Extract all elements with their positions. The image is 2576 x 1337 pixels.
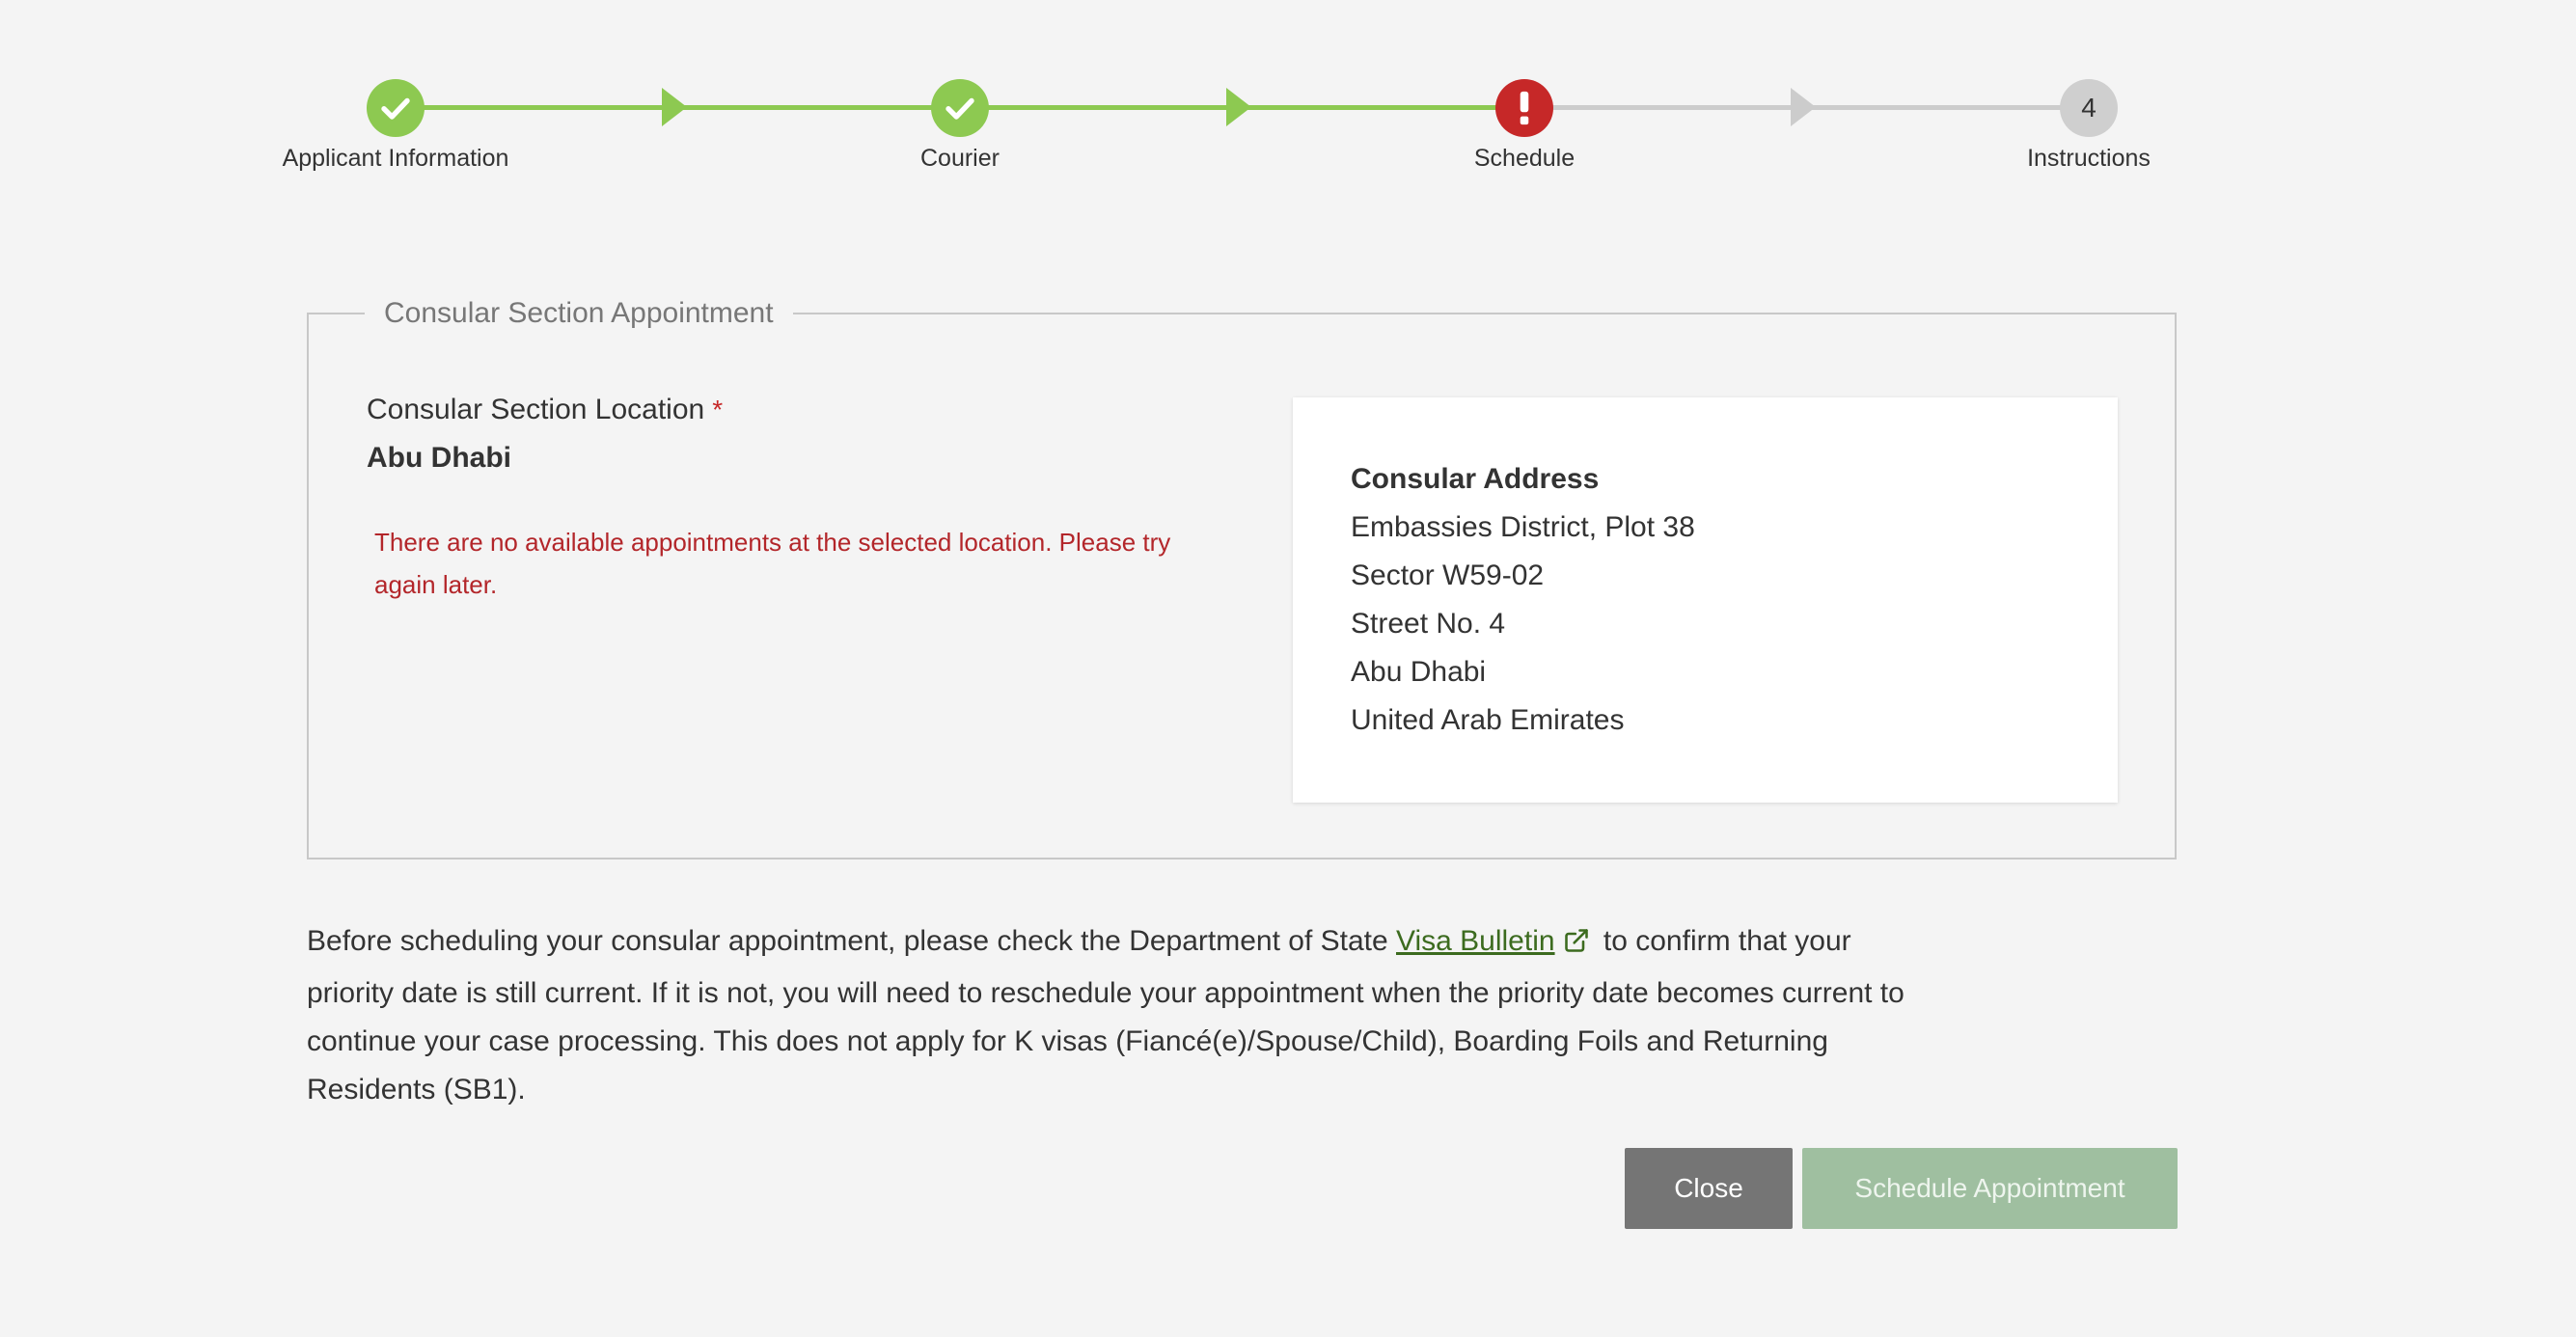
address-line: United Arab Emirates [1351,704,1625,736]
address-line: Abu Dhabi [1351,656,1487,688]
address-title: Consular Address [1351,463,1600,495]
step-label-schedule: Schedule [1473,145,1576,172]
step-instructions-number: 4 [2060,79,2118,137]
step-label-courier: Courier [920,145,1000,172]
external-link-icon[interactable] [1563,921,1590,969]
step-label-applicant-information: Applicant Information [282,145,509,172]
address-line: Sector W59-02 [1351,559,1545,591]
step-label-instructions: Instructions [2027,145,2151,172]
required-marker: * [712,395,724,424]
consular-address-card: Consular Address Embassies District, Plo… [1293,397,2118,803]
check-icon [945,97,974,120]
step-arrow-1 [662,88,687,126]
check-icon [381,97,410,120]
notice-text-before: Before scheduling your consular appointm… [307,925,1396,957]
location-label: Consular Section Location * [367,394,723,426]
step-courier-check-icon [931,79,989,137]
priority-date-notice: Before scheduling your consular appointm… [307,917,1908,1114]
exclamation-icon [1520,91,1529,125]
visa-bulletin-link[interactable]: Visa Bulletin [1396,925,1555,957]
address-line: Embassies District, Plot 38 [1351,511,1695,543]
no-appointments-error: There are no available appointments at t… [374,528,1171,599]
location-value: Abu Dhabi [367,442,511,474]
step-schedule-alert-icon [1495,79,1553,137]
section-legend: Consular Section Appointment [365,295,793,332]
step-applicant-information-check-icon [367,79,425,137]
step-arrow-3 [1791,88,1816,126]
consular-appointment-section: Consular Section Appointment Consular Se… [307,295,2177,860]
address-line: Street No. 4 [1351,608,1506,640]
schedule-appointment-button[interactable]: Schedule Appointment [1802,1148,2178,1229]
progress-stepper: Applicant Information Courier Schedule 4… [0,0,2576,193]
step-arrow-2 [1226,88,1251,126]
visa-bulletin-link-text: Visa Bulletin [1396,925,1555,957]
close-button[interactable]: Close [1625,1148,1793,1229]
location-label-text: Consular Section Location [367,394,705,425]
